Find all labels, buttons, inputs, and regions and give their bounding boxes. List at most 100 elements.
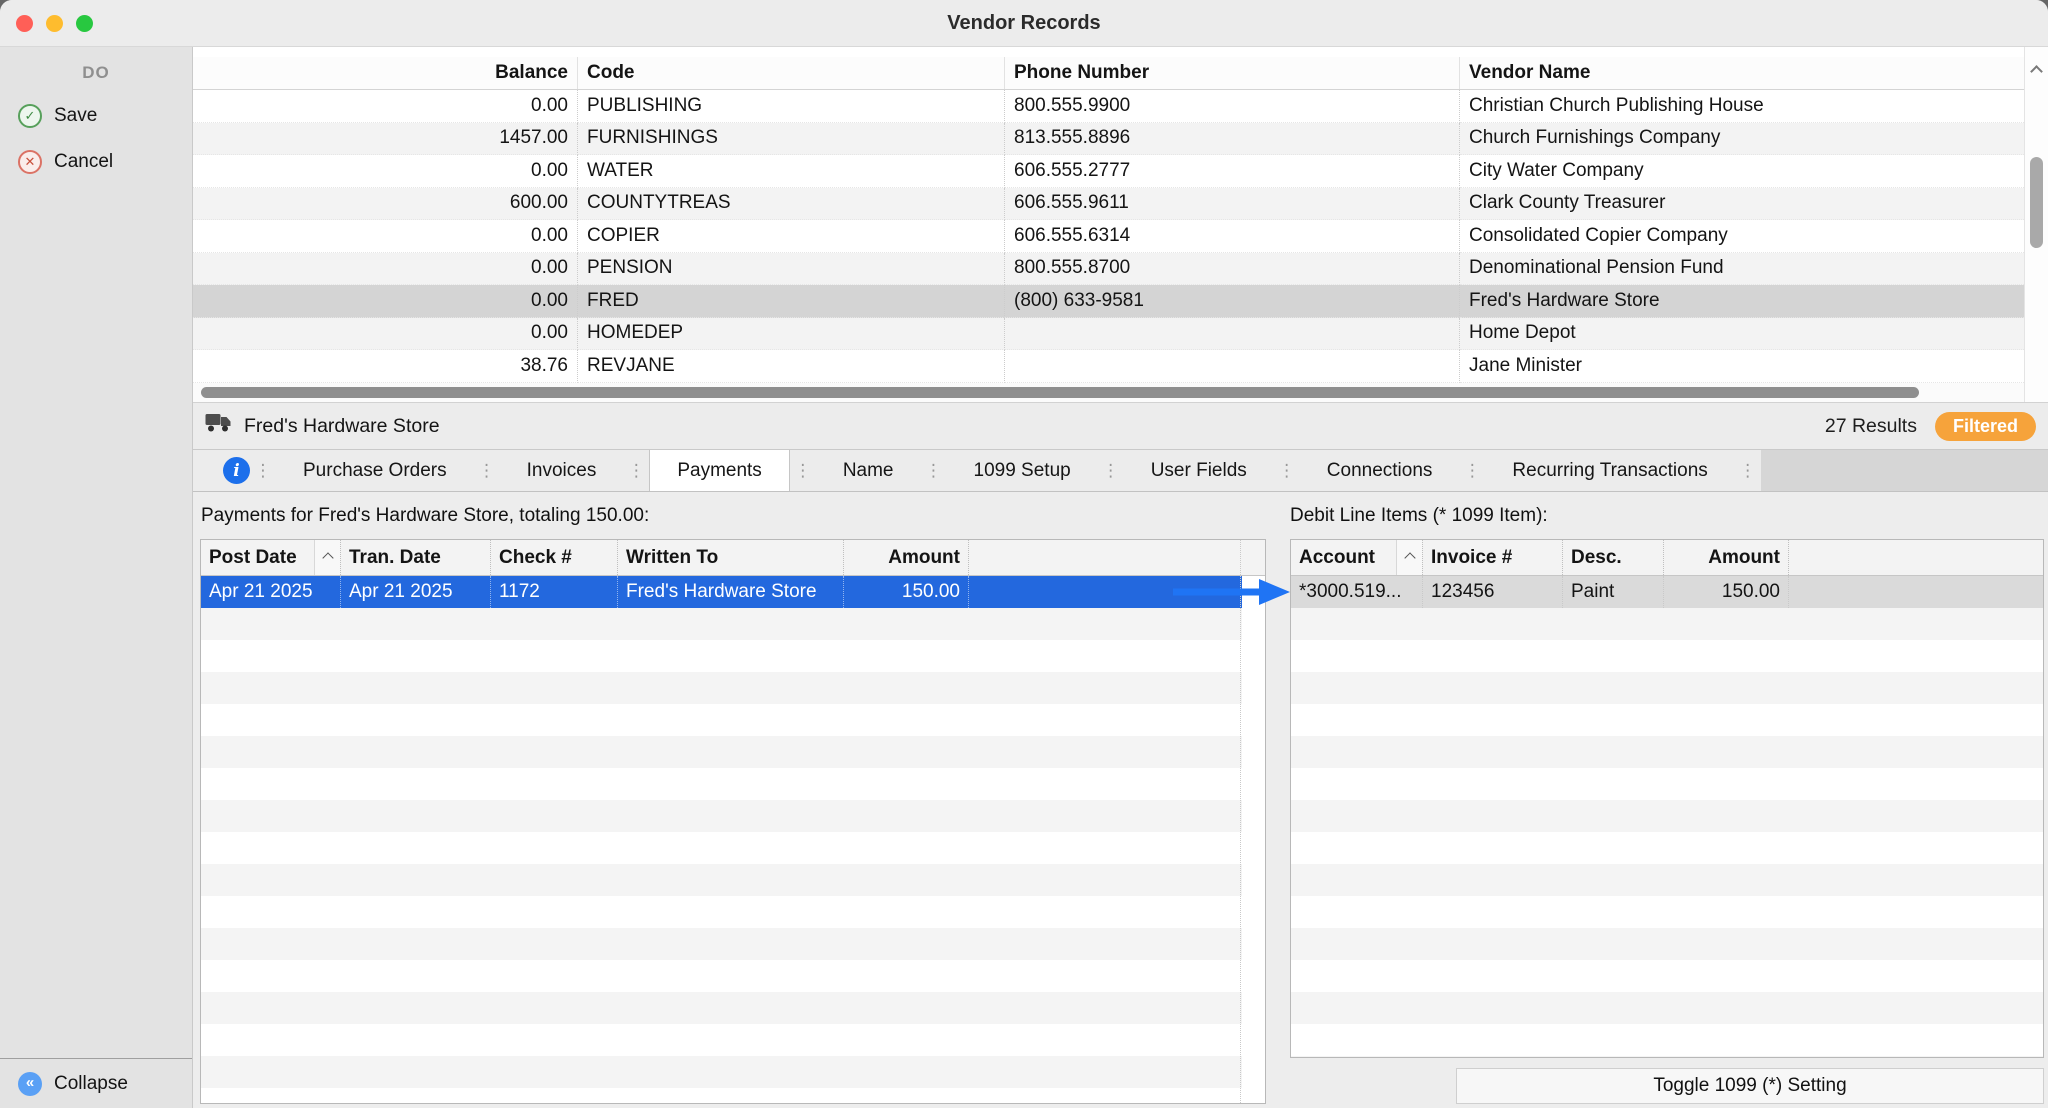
main-area: Balance Code Phone Number Vendor Name 0.… (193, 47, 2048, 1108)
vendor-cell-name: Home Depot (1460, 318, 2024, 351)
tab-purchase-orders[interactable]: Purchase Orders (276, 450, 474, 491)
tab-recurring-transactions[interactable]: Recurring Transactions (1485, 450, 1734, 491)
vendor-cell-balance: 0.00 (193, 318, 578, 351)
column-header-post-date[interactable]: Post Date (201, 540, 341, 575)
tab-invoices[interactable]: Invoices (500, 450, 624, 491)
sort-ascending-icon[interactable] (314, 540, 340, 575)
tab-user-fields[interactable]: User Fields (1124, 450, 1274, 491)
vendor-cell-name: Fred's Hardware Store (1460, 285, 2024, 318)
debit-cell-invoice-number: 123456 (1423, 576, 1563, 608)
toggle-1099-button[interactable]: Toggle 1099 (*) Setting (1456, 1068, 2044, 1104)
debit-row-selected[interactable]: *3000.519... 123456 Paint 150.00 (1291, 576, 2043, 608)
vendor-row-fred[interactable]: 0.00FRED(800) 633-9581Fred's Hardware St… (193, 285, 2024, 318)
debit-empty-row (1291, 1024, 2043, 1056)
payments-empty-row (201, 1088, 1242, 1104)
column-header-desc[interactable]: Desc. (1563, 540, 1664, 575)
vendor-cell-balance: 0.00 (193, 253, 578, 286)
payments-cell-tran-date: Apr 21 2025 (341, 576, 491, 608)
vendor-cell-code: FURNISHINGS (578, 123, 1005, 156)
payments-empty-row (201, 608, 1242, 640)
payments-empty-row (201, 896, 1242, 928)
column-header-vendor-name[interactable]: Vendor Name (1460, 57, 2024, 89)
vendor-row-water[interactable]: 0.00WATER606.555.2777City Water Company (193, 155, 2024, 188)
column-header-code[interactable]: Code (578, 57, 1005, 89)
vendor-row-revjane[interactable]: 38.76REVJANEJane Minister (193, 350, 2024, 383)
payments-empty-row (201, 704, 1242, 736)
tab-separator-dots: ⋮ (1459, 450, 1485, 491)
payments-cell-post-date: Apr 21 2025 (201, 576, 341, 608)
payments-panel-title: Payments for Fred's Hardware Store, tota… (201, 505, 649, 527)
tab-name[interactable]: Name (816, 450, 921, 491)
tab-separator-dots: ⋮ (250, 450, 276, 491)
vendor-table-header: Balance Code Phone Number Vendor Name (193, 57, 2024, 90)
column-header-written-to[interactable]: Written To (618, 540, 844, 575)
debit-empty-row (1291, 640, 2043, 672)
debit-empty-row (1291, 832, 2043, 864)
save-button[interactable]: ✓ Save (0, 99, 192, 133)
scrollbar-up-chevron-icon (2032, 63, 2041, 81)
vendor-cell-balance: 600.00 (193, 188, 578, 221)
tab-payments[interactable]: Payments (649, 450, 789, 491)
tab-separator-dots: ⋮ (1735, 450, 1761, 491)
info-icon-button[interactable]: i (223, 457, 250, 484)
column-header-check-number[interactable]: Check # (491, 540, 618, 575)
cancel-button[interactable]: ✕ Cancel (0, 145, 192, 179)
debit-line-items-table: Account Invoice # Desc. Amount *3000.519… (1290, 539, 2044, 1058)
vendor-row-furnishings[interactable]: 1457.00FURNISHINGS813.555.8896Church Fur… (193, 123, 2024, 156)
tab-connections[interactable]: Connections (1300, 450, 1460, 491)
payments-empty-row (201, 1024, 1242, 1056)
vendor-row-publishing[interactable]: 0.00PUBLISHING800.555.9900Christian Chur… (193, 90, 2024, 123)
payments-vertical-scrollbar-track[interactable] (1240, 540, 1265, 1103)
vendor-cell-name: Church Furnishings Company (1460, 123, 2024, 156)
debit-panel-title: Debit Line Items (* 1099 Item): (1290, 505, 1548, 527)
debit-table-header: Account Invoice # Desc. Amount (1291, 540, 2043, 576)
vendor-cell-balance: 0.00 (193, 90, 578, 123)
filtered-badge[interactable]: Filtered (1935, 412, 2036, 441)
vendor-cell-name: City Water Company (1460, 155, 2024, 188)
debit-cell-filler (1789, 576, 2043, 608)
vendor-row-copier[interactable]: 0.00COPIER606.555.6314Consolidated Copie… (193, 220, 2024, 253)
tab-separator-dots: ⋮ (474, 450, 500, 491)
column-header-filler (1789, 540, 2043, 575)
column-header-invoice-number[interactable]: Invoice # (1423, 540, 1563, 575)
tab-1099-setup[interactable]: 1099 Setup (947, 450, 1098, 491)
vendor-cell-phone (1005, 350, 1460, 383)
vendor-cell-name: Jane Minister (1460, 350, 2024, 383)
vendor-cell-code: FRED (578, 285, 1005, 318)
vertical-scrollbar-thumb[interactable] (2030, 157, 2043, 248)
column-header-tran-date[interactable]: Tran. Date (341, 540, 491, 575)
debit-empty-row (1291, 704, 2043, 736)
vertical-scrollbar[interactable] (2024, 47, 2048, 402)
tab-bar-filler (1761, 450, 2048, 491)
vendor-cell-code: HOMEDEP (578, 318, 1005, 351)
vendor-row-countytreas[interactable]: 600.00COUNTYTREAS606.555.9611Clark Count… (193, 188, 2024, 221)
cancel-label: Cancel (54, 151, 113, 173)
column-header-phone-number[interactable]: Phone Number (1005, 57, 1460, 89)
sort-ascending-icon[interactable] (1396, 540, 1422, 575)
debit-cell-account: *3000.519... (1291, 576, 1423, 608)
debit-cell-amount: 150.00 (1664, 576, 1789, 608)
cancel-x-icon: ✕ (18, 150, 42, 174)
link-arrow-icon (1173, 577, 1291, 607)
save-label: Save (54, 105, 97, 127)
horizontal-scrollbar[interactable] (193, 383, 2024, 402)
column-header-amount[interactable]: Amount (1664, 540, 1789, 575)
vendor-row-homedep[interactable]: 0.00HOMEDEP Home Depot (193, 318, 2024, 351)
vendor-row-pension[interactable]: 0.00PENSION800.555.8700Denominational Pe… (193, 253, 2024, 286)
column-header-amount[interactable]: Amount (844, 540, 969, 575)
tab-content: Payments for Fred's Hardware Store, tota… (193, 492, 2048, 1108)
vendor-cell-balance: 0.00 (193, 220, 578, 253)
vendor-cell-name: Consolidated Copier Company (1460, 220, 2024, 253)
vendor-cell-phone: 606.555.6314 (1005, 220, 1460, 253)
column-header-account[interactable]: Account (1291, 540, 1423, 575)
collapse-button[interactable]: « Collapse (0, 1067, 128, 1101)
debit-cell-desc: Paint (1563, 576, 1664, 608)
horizontal-scrollbar-thumb[interactable] (201, 387, 1919, 398)
vendor-cell-balance: 38.76 (193, 350, 578, 383)
debit-empty-row (1291, 736, 2043, 768)
payments-row-selected[interactable]: Apr 21 2025 Apr 21 2025 1172 Fred's Hard… (201, 576, 1242, 608)
debit-empty-row (1291, 608, 2043, 640)
current-vendor-label: Fred's Hardware Store (244, 415, 440, 438)
sidebar-footer: « Collapse (0, 1058, 192, 1108)
column-header-balance[interactable]: Balance (193, 57, 578, 89)
